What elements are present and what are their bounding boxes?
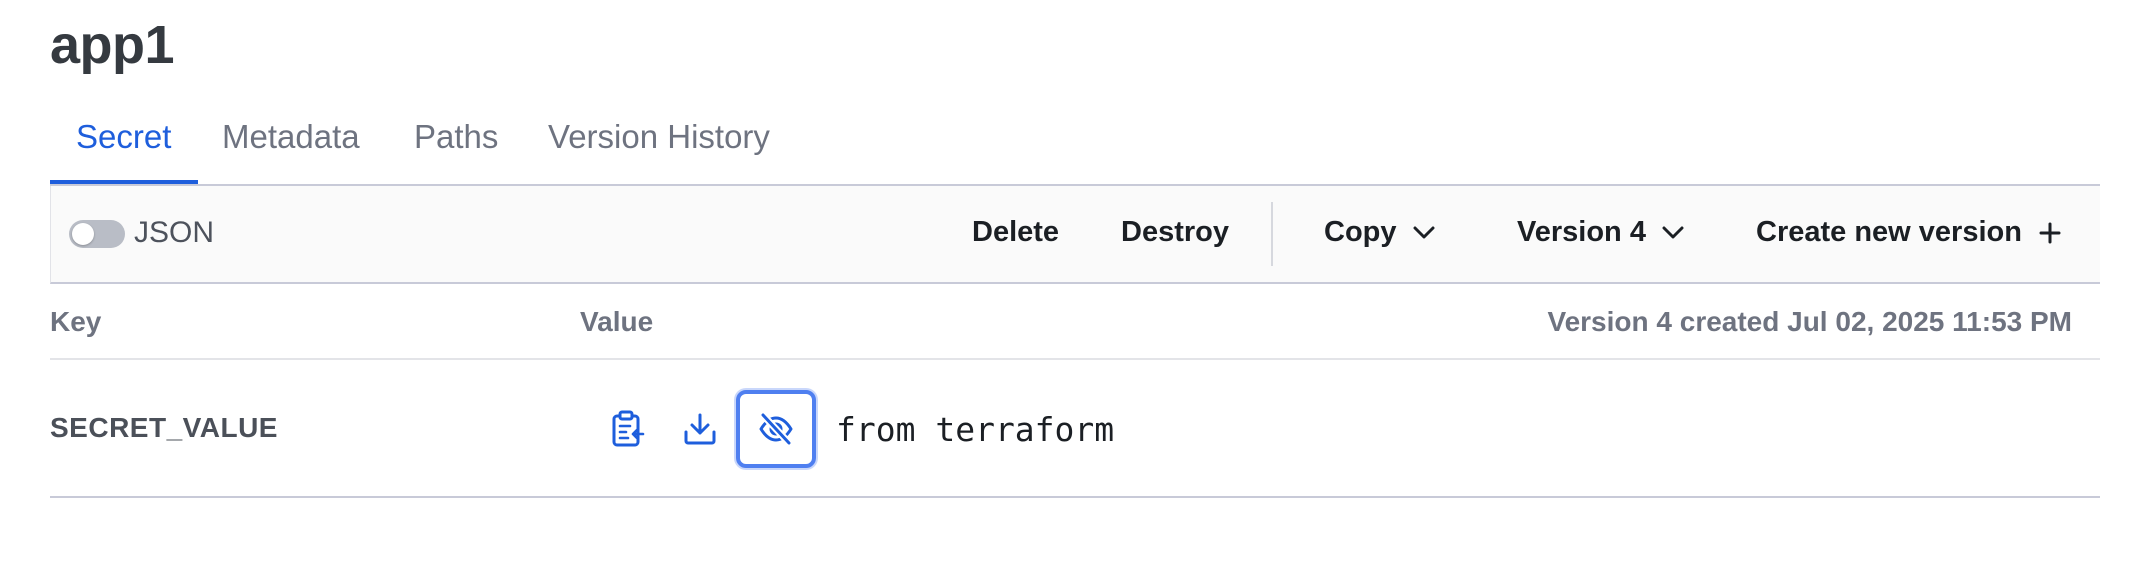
delete-button[interactable]: Delete [972,216,1059,249]
copy-dropdown-label: Copy [1324,216,1397,248]
version-created-info: Version 4 created Jul 02, 2025 11:53 PM [1547,306,2072,337]
delete-button-label: Delete [972,216,1060,248]
toolbar: JSON Delete Destroy Copy Version 4 Creat… [50,186,2100,284]
secret-key: SECRET_VALUE [50,412,278,443]
reveal-value-button[interactable] [736,390,816,468]
page-title: app1 [50,15,175,75]
version-dropdown[interactable]: Version 4 [1517,216,1684,249]
json-toggle[interactable] [69,220,125,248]
key-column-header: Key [50,306,102,337]
destroy-button-label: Destroy [1121,216,1229,248]
create-new-version-label: Create new version [1756,216,2022,248]
value-column-header: Value [580,306,654,337]
copy-value-button[interactable] [604,405,652,453]
tab-metadata[interactable]: Metadata [222,118,360,184]
secret-value: from terraform [836,410,1115,449]
create-new-version-button[interactable]: Create new version [1756,216,2062,249]
table-header-row: Key Value Version 4 created Jul 02, 2025… [50,286,2100,360]
tab-bar: Secret Metadata Paths Version History [50,108,2100,186]
destroy-button[interactable]: Destroy [1121,216,1229,249]
table-row: SECRET_VALUE from terraform [50,360,2100,498]
version-dropdown-label: Version 4 [1517,216,1646,248]
toggle-knob [72,223,94,245]
chevron-down-icon [1662,226,1684,238]
download-value-button[interactable] [676,405,724,453]
plus-icon [2039,222,2061,243]
copy-dropdown[interactable]: Copy [1324,216,1435,249]
tab-paths[interactable]: Paths [414,118,498,184]
toolbar-divider [1271,202,1273,266]
tab-version-history[interactable]: Version History [548,118,770,184]
tab-secret[interactable]: Secret [76,118,171,184]
clipboard-copy-icon [612,410,645,447]
json-toggle-label: JSON [134,216,215,249]
eye-off-icon [759,412,793,446]
chevron-down-icon [1413,226,1434,238]
download-icon [684,413,716,445]
active-tab-indicator [50,180,198,184]
